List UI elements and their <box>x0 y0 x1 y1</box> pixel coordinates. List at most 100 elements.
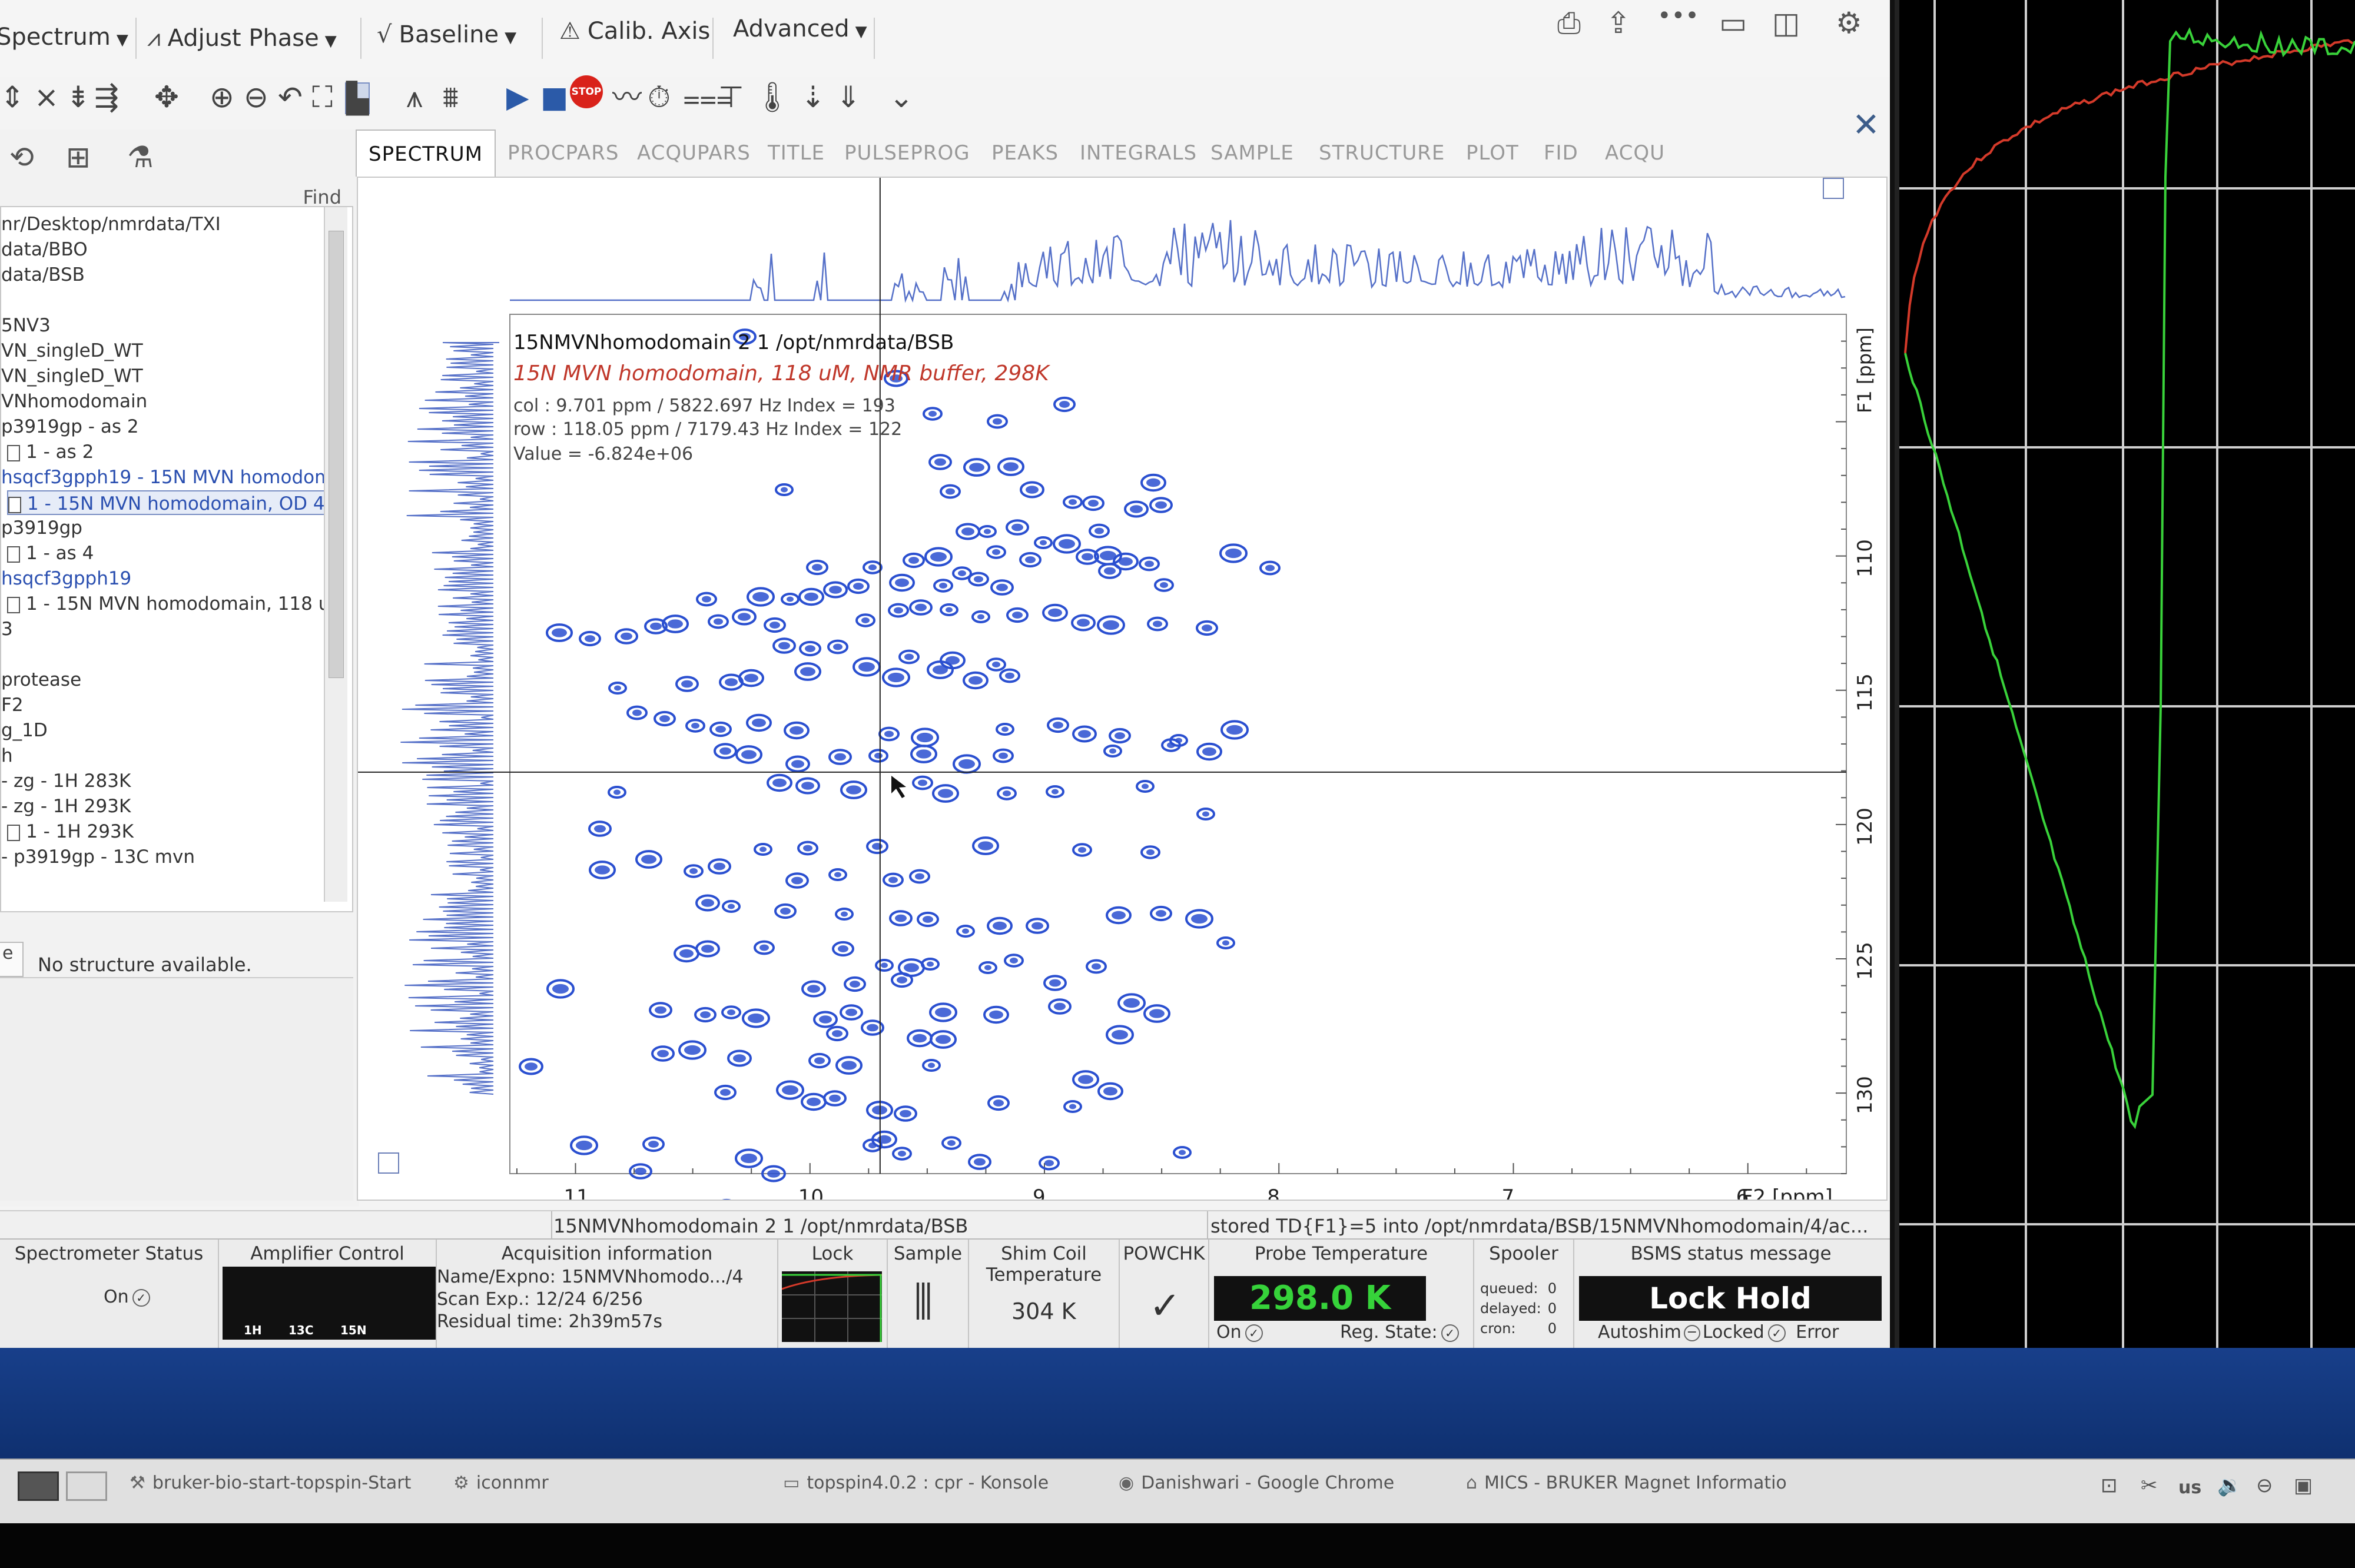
split-layout-icon[interactable]: ◫ <box>1772 6 1800 40</box>
tree-vertical-scrollbar[interactable] <box>324 207 347 902</box>
shim-temperature-cell[interactable]: Shim Coil Temperature 304 K <box>969 1240 1120 1348</box>
show-spectrum-icon[interactable]: ▙ <box>345 82 370 114</box>
tab-acqupars[interactable]: ACQUPARS <box>625 129 762 177</box>
more-options-button[interactable]: ••• <box>1657 2 1699 29</box>
tab-integrals[interactable]: INTEGRALS <box>1068 129 1209 177</box>
tree-item[interactable]: 5NV3 <box>1 313 51 338</box>
tree-item[interactable]: VN_singleD_WT <box>1 364 143 388</box>
tree-item[interactable]: 1 - as 2 <box>7 440 94 464</box>
baseline-menu[interactable]: √ Baseline ▼ <box>377 21 516 48</box>
taskbar-item[interactable]: ◉ Danishwari - Google Chrome <box>1119 1473 1394 1493</box>
lock-icon[interactable]: ⇓ <box>836 82 861 112</box>
scale-half-icon[interactable]: ⇟ <box>66 82 91 112</box>
tree-item[interactable]: 1 - 15N MVN homodomain, OD 4.5 <box>7 490 344 515</box>
tree-item[interactable]: - zg - 1H 293K <box>1 794 131 819</box>
tree-item[interactable]: data/BBO <box>1 237 88 262</box>
taskbar-item[interactable]: ▭ topspin4.0.2 : cpr - Konsole <box>783 1473 1049 1493</box>
halt-icon[interactable]: ■ <box>540 82 568 112</box>
tree-item[interactable]: nr/Desktop/nmrdata/TXI <box>1 212 221 237</box>
tree-item[interactable]: p3919gp - as 2 <box>1 414 139 439</box>
fid-icon[interactable]: 〰 <box>612 82 642 112</box>
timer-icon[interactable]: ⏱ <box>648 82 671 112</box>
print-icon[interactable]: ⎙ <box>1557 6 1581 41</box>
tree-item[interactable]: 3 <box>1 617 13 642</box>
tree-item[interactable]: hsqcf3gpph19 <box>1 566 131 591</box>
expand-icon[interactable]: ⌄ <box>889 82 914 112</box>
taskbar-item[interactable]: ⚒ bruker-bio-start-topspin-Start <box>130 1473 411 1493</box>
projection-toggle-left[interactable] <box>378 1152 399 1174</box>
shim-icon[interactable]: ⇣ <box>801 82 825 112</box>
tree-item[interactable]: VNhomodomain <box>1 389 147 414</box>
scale-x-icon[interactable]: × <box>34 82 59 112</box>
tab-fid[interactable]: FID <box>1532 129 1590 177</box>
adjust-phase-menu[interactable]: ⩘ Adjust Phase ▼ <box>147 25 337 52</box>
tree-item[interactable]: 1 - 1H 293K <box>7 819 134 844</box>
sample-cell[interactable]: Sample ⫼ <box>888 1240 969 1348</box>
multiply-icon[interactable]: ⇶ <box>94 82 119 112</box>
tab-procpars[interactable]: PROCPARS <box>496 129 631 177</box>
tree-item[interactable]: F2 <box>1 693 24 717</box>
grid-icon[interactable]: ⩩ <box>443 82 459 112</box>
tab-plot[interactable]: PLOT <box>1454 129 1531 177</box>
settings-layout-icon[interactable]: ⚙ <box>1836 6 1862 40</box>
tree-item[interactable]: - p3919gp - 13C mvn <box>1 845 195 869</box>
stop-button[interactable]: STOP <box>570 75 603 108</box>
tree-item[interactable]: h <box>1 743 13 768</box>
tab-title[interactable]: TITLE <box>756 129 837 177</box>
play-icon[interactable]: ▶ <box>506 82 529 112</box>
keyboard-layout[interactable]: us <box>2178 1477 2201 1498</box>
workspace-1-icon[interactable] <box>18 1471 59 1501</box>
grid-view-icon[interactable]: ⊞ <box>66 140 91 174</box>
tree-item[interactable]: hsqcf3gpph19 - 15N MVN homodom <box>1 465 332 490</box>
recent-icon[interactable]: ⟲ <box>9 140 34 174</box>
projection-toggle-top[interactable] <box>1823 178 1844 199</box>
network-icon[interactable]: ⊡ <box>2101 1474 2118 1497</box>
advanced-menu[interactable]: Advanced ▼ <box>733 15 867 42</box>
tree-item[interactable]: 1 - as 4 <box>7 541 94 566</box>
display-icon[interactable]: ⊖ <box>2256 1474 2273 1497</box>
tree-item[interactable]: data/BSB <box>1 263 85 287</box>
tree-item[interactable]: protease <box>1 667 81 692</box>
tree-item[interactable]: 1 - 15N MVN homodomain, 118 u <box>7 592 330 616</box>
bsms-status-cell[interactable]: BSMS status message Lock Hold Autoshim − L… <box>1574 1240 1888 1348</box>
tab-sample[interactable]: SAMPLE <box>1199 129 1306 177</box>
full-view-icon[interactable]: ⛶ <box>312 82 333 112</box>
tab-peaks[interactable]: PEAKS <box>980 129 1070 177</box>
tree-item[interactable]: VN_singleD_WT <box>1 338 143 363</box>
taskbar-item[interactable]: ⌂ MICS - BRUKER Magnet Informatio <box>1466 1473 1787 1493</box>
structure-tab[interactable]: e <box>0 942 24 977</box>
tools-icon[interactable]: ✂ <box>2141 1474 2158 1497</box>
workspace-2-icon[interactable] <box>66 1471 107 1501</box>
amplifier-control-cell[interactable]: Amplifier Control 1H 13C 15N <box>219 1240 437 1348</box>
scrollbar-thumb[interactable] <box>329 231 344 678</box>
lock-cell[interactable]: Lock <box>778 1240 888 1348</box>
volume-icon[interactable]: 🔉 <box>2217 1474 2242 1497</box>
spectrum-display[interactable]: 15NMVNhomodomain 2 1 /opt/nmrdata/BSB 15… <box>357 177 1888 1201</box>
tab-pulseprog[interactable]: PULSEPROG <box>832 129 982 177</box>
tune-icon[interactable]: ⊤ <box>718 82 744 112</box>
window-layout-icon[interactable]: ▭ <box>1719 6 1747 40</box>
tab-structure[interactable]: STRUCTURE <box>1307 129 1457 177</box>
probe-temperature-cell[interactable]: Probe Temperature 298.0 K On ✓ Reg. State… <box>1209 1240 1474 1348</box>
acquisition-info-cell[interactable]: Acquisition information Name/Expno: 15NM… <box>437 1240 778 1348</box>
close-icon[interactable]: ✕ <box>1852 106 1880 144</box>
spooler-cell[interactable]: Spooler queued: 0 delayed: 0 cron: 0 <box>1474 1240 1574 1348</box>
zoom-out-icon[interactable]: ⊖ <box>244 82 268 112</box>
tab-spectrum[interactable]: SPECTRUM <box>356 129 496 177</box>
undo-zoom-icon[interactable]: ↶ <box>278 82 303 112</box>
tree-item[interactable]: g_1D <box>1 718 48 743</box>
tab-acqu[interactable]: ACQU <box>1593 129 1677 177</box>
flask-icon[interactable]: ⚗ <box>127 140 154 174</box>
battery-icon[interactable]: ▣ <box>2294 1474 2313 1497</box>
zoom-in-icon[interactable]: ⊕ <box>210 82 234 112</box>
thermometer-icon[interactable]: 🌡 <box>754 82 791 112</box>
tree-item[interactable]: p3919gp <box>1 516 82 540</box>
calib-axis-menu[interactable]: ⚠ Calib. Axis <box>559 18 710 45</box>
export-icon[interactable]: ⇪ <box>1606 6 1631 40</box>
scale-updown-icon[interactable]: ⇕ <box>0 82 25 112</box>
find-button[interactable]: Find <box>303 186 341 208</box>
move-icon[interactable]: ✥ <box>154 82 179 112</box>
peak-pick-icon[interactable]: ⩚ <box>406 82 423 112</box>
spectrometer-status-cell[interactable]: Spectrometer Status On ✓ <box>0 1240 219 1348</box>
powchk-cell[interactable]: POWCHK ✓ <box>1120 1240 1209 1348</box>
